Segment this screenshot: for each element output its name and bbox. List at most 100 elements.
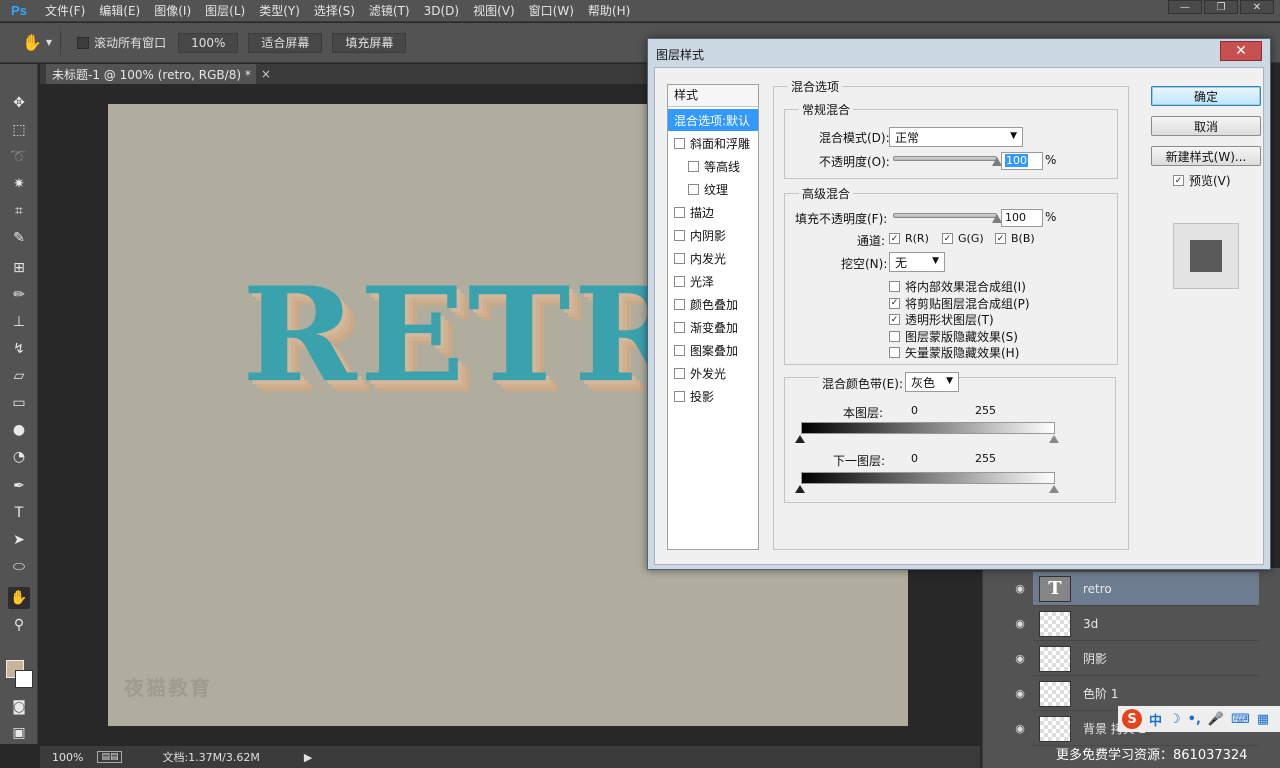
document-tab[interactable]: 未标题-1 @ 100% (retro, RGB/8) * × xyxy=(46,64,271,84)
moon-icon[interactable]: ☽ xyxy=(1169,712,1181,727)
restore-button[interactable]: ❐ xyxy=(1204,0,1238,14)
keyboard-icon[interactable]: ⌨ xyxy=(1231,712,1250,727)
style-checkbox[interactable] xyxy=(688,160,699,172)
zoom-100-button[interactable]: 100% xyxy=(178,32,239,53)
channel-checkbox[interactable]: ✓ R(R) xyxy=(889,232,929,245)
opacity-slider[interactable] xyxy=(893,156,997,161)
this-layer-high-handle[interactable] xyxy=(1049,435,1059,443)
style-checkbox[interactable] xyxy=(674,390,685,402)
new-style-button[interactable]: 新建样式(W)... xyxy=(1151,146,1261,166)
close-window-button[interactable]: ✕ xyxy=(1240,0,1274,14)
marquee-tool-icon[interactable]: ⬚ xyxy=(8,119,30,141)
quick-mask-icon[interactable]: ◙ xyxy=(8,696,30,718)
advanced-option-checkbox[interactable]: 将内部效果混合成组(I) xyxy=(889,278,1026,295)
menu-item[interactable]: 编辑(E) xyxy=(92,0,147,22)
channel-checkbox[interactable]: ✓ G(G) xyxy=(942,232,984,245)
fill-opacity-input[interactable]: 100 xyxy=(1001,209,1043,227)
visibility-eye-icon[interactable]: ◉ xyxy=(1013,722,1027,736)
blur-tool-icon[interactable]: ● xyxy=(8,419,30,441)
chevron-down-icon[interactable]: ▼ xyxy=(46,38,52,47)
fit-screen-button[interactable]: 适合屏幕 xyxy=(248,32,323,53)
gradient-tool-icon[interactable]: ▭ xyxy=(8,392,30,414)
menu-item[interactable]: 帮助(H) xyxy=(581,0,637,22)
layer-row[interactable]: ◉ 3d xyxy=(1015,607,1259,641)
menu-item[interactable]: 视图(V) xyxy=(466,0,522,22)
style-checkbox[interactable] xyxy=(674,367,685,379)
type-tool-icon[interactable]: T xyxy=(8,502,30,524)
menu-item[interactable]: 文件(F) xyxy=(38,0,92,22)
visibility-eye-icon[interactable]: ◉ xyxy=(1013,652,1027,666)
menu-item[interactable]: 滤镜(T) xyxy=(362,0,417,22)
cancel-button[interactable]: 取消 xyxy=(1151,116,1261,136)
dialog-close-button[interactable]: ✕ xyxy=(1220,41,1262,61)
lasso-tool-icon[interactable]: ➰ xyxy=(8,146,30,168)
layer-row[interactable]: ◉ Tretro xyxy=(1015,572,1259,606)
magic-wand-tool-icon[interactable]: ✷ xyxy=(8,173,30,195)
zoom-level[interactable]: 100% xyxy=(52,751,83,764)
scroll-all-windows-checkbox[interactable]: 滚动所有窗口 xyxy=(77,34,166,51)
eraser-tool-icon[interactable]: ▱ xyxy=(8,365,30,387)
visibility-eye-icon[interactable]: ◉ xyxy=(1013,582,1027,596)
menu-item[interactable]: 类型(Y) xyxy=(252,0,307,22)
screen-mode-icon[interactable]: ▣ xyxy=(8,722,30,744)
ime-language[interactable]: 中 xyxy=(1149,710,1162,729)
style-item[interactable]: 纹理 xyxy=(668,178,758,200)
style-checkbox[interactable] xyxy=(674,344,685,356)
eyedropper-tool-icon[interactable]: ✎ xyxy=(8,227,30,249)
fill-opacity-slider[interactable] xyxy=(893,213,997,218)
hand-tool-icon[interactable]: ✋ xyxy=(22,33,42,52)
style-item[interactable]: 斜面和浮雕 xyxy=(668,132,758,154)
minimize-button[interactable]: — xyxy=(1168,0,1202,14)
menu-item[interactable]: 图像(I) xyxy=(147,0,198,22)
menu-item[interactable]: 3D(D) xyxy=(417,0,466,22)
layer-row[interactable]: ◉ 阴影 xyxy=(1015,642,1259,676)
opacity-input[interactable]: 100 xyxy=(1001,152,1043,170)
visibility-eye-icon[interactable]: ◉ xyxy=(1013,617,1027,631)
under-layer-high-handle[interactable] xyxy=(1049,485,1059,493)
style-checkbox[interactable] xyxy=(674,137,685,149)
punctuation-icon[interactable]: •, xyxy=(1188,712,1201,727)
stamp-tool-icon[interactable]: ⊥ xyxy=(8,311,30,333)
ok-button[interactable]: 确定 xyxy=(1151,86,1261,106)
knockout-select[interactable]: 无 ▼ xyxy=(889,252,945,272)
style-checkbox[interactable] xyxy=(674,298,685,310)
style-checkbox[interactable] xyxy=(674,206,685,218)
under-layer-low-handle[interactable] xyxy=(795,485,805,493)
style-item[interactable]: 图案叠加 xyxy=(668,339,758,361)
history-brush-tool-icon[interactable]: ↯ xyxy=(8,338,30,360)
ime-menu-icon[interactable]: ▦ xyxy=(1257,712,1269,727)
styles-header[interactable]: 样式 xyxy=(668,85,758,107)
zoom-tool-icon[interactable]: ⚲ xyxy=(8,614,30,636)
move-tool-icon[interactable]: ✥ xyxy=(8,92,30,114)
style-item[interactable]: 混合选项:默认 xyxy=(668,109,758,131)
close-tab-icon[interactable]: × xyxy=(261,67,271,81)
sogou-logo-icon[interactable]: S xyxy=(1122,709,1142,729)
style-checkbox[interactable] xyxy=(674,229,685,241)
advanced-option-checkbox[interactable]: 矢量蒙版隐藏效果(H) xyxy=(889,344,1019,361)
background-color-swatch[interactable] xyxy=(15,670,33,688)
advanced-option-checkbox[interactable]: 图层蒙版隐藏效果(S) xyxy=(889,328,1018,345)
menu-item[interactable]: 选择(S) xyxy=(307,0,362,22)
fill-screen-button[interactable]: 填充屏幕 xyxy=(332,32,407,53)
style-item[interactable]: 投影 xyxy=(668,385,758,407)
advanced-option-checkbox[interactable]: ✓ 将剪贴图层混合成组(P) xyxy=(889,295,1030,312)
microphone-icon[interactable]: 🎤 xyxy=(1208,712,1224,727)
dodge-tool-icon[interactable]: ◔ xyxy=(8,446,30,468)
style-item[interactable]: 颜色叠加 xyxy=(668,293,758,315)
visibility-eye-icon[interactable]: ◉ xyxy=(1013,687,1027,701)
blend-if-select[interactable]: 灰色 ▼ xyxy=(905,372,959,392)
menu-item[interactable]: 窗口(W) xyxy=(522,0,581,22)
preview-checkbox[interactable]: ✓ 预览(V) xyxy=(1173,172,1231,189)
path-selection-tool-icon[interactable]: ➤ xyxy=(8,529,30,551)
style-item[interactable]: 内发光 xyxy=(668,247,758,269)
hand-tool-icon[interactable]: ✋ xyxy=(8,587,30,609)
menu-item[interactable]: 图层(L) xyxy=(198,0,252,22)
healing-brush-tool-icon[interactable]: ⊞ xyxy=(8,257,30,279)
blend-mode-select[interactable]: 正常 ▼ xyxy=(889,127,1023,147)
advanced-option-checkbox[interactable]: ✓ 透明形状图层(T) xyxy=(889,311,994,328)
crop-tool-icon[interactable]: ⌗ xyxy=(8,200,30,222)
brush-tool-icon[interactable]: ✏ xyxy=(8,284,30,306)
style-checkbox[interactable] xyxy=(674,275,685,287)
style-item[interactable]: 等高线 xyxy=(668,155,758,177)
pen-tool-icon[interactable]: ✒ xyxy=(8,475,30,497)
